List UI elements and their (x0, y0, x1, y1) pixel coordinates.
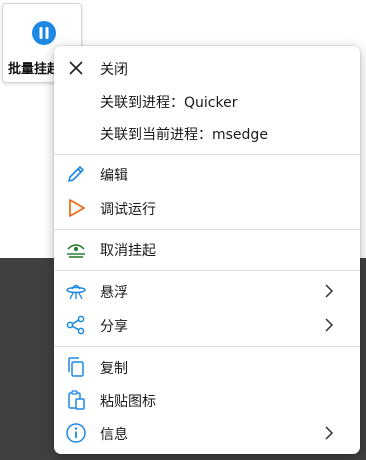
menu-item-label: 粘贴图标 (100, 394, 156, 410)
menu-separator (54, 229, 360, 230)
menu-item-associate-current-process[interactable]: 关联到当前进程：msedge (54, 118, 360, 148)
menu-item-info[interactable]: 信息 (54, 418, 360, 448)
menu-item-label: 悬浮 (100, 285, 128, 301)
copy-icon (64, 355, 88, 379)
menu-item-label: 编辑 (100, 168, 128, 184)
info-icon (64, 421, 88, 445)
menu-item-cancel-suspend[interactable]: 取消挂起 (54, 234, 360, 264)
chevron-right-icon (325, 318, 334, 332)
pause-circle-icon (32, 21, 56, 45)
menu-separator (54, 270, 360, 271)
ufo-icon (64, 279, 88, 303)
menu-item-float[interactable]: 悬浮 (54, 276, 360, 306)
paste-icon (64, 388, 88, 412)
menu-item-close[interactable]: 关闭 (54, 53, 360, 83)
close-icon (64, 56, 88, 80)
menu-item-share[interactable]: 分享 (54, 310, 360, 340)
menu-item-edit[interactable]: 编辑 (54, 159, 360, 189)
menu-item-debug-run[interactable]: 调试运行 (54, 193, 360, 223)
menu-item-paste-icon[interactable]: 粘贴图标 (54, 385, 360, 415)
context-menu: 关闭 关联到进程：Quicker 关联到当前进程：msedge 编辑 调试运行 (54, 46, 360, 454)
menu-item-label: 信息 (100, 427, 128, 443)
menu-item-label: 分享 (100, 319, 128, 335)
menu-item-copy[interactable]: 复制 (54, 352, 360, 382)
share-icon (64, 313, 88, 337)
chevron-right-icon (325, 426, 334, 440)
menu-separator (54, 346, 360, 347)
unhide-icon (64, 237, 88, 261)
menu-item-label: 关联到进程：Quicker (100, 95, 238, 111)
menu-item-associate-process-quicker[interactable]: 关联到进程：Quicker (54, 86, 360, 116)
menu-item-label: 关闭 (100, 62, 128, 78)
menu-item-label: 复制 (100, 361, 128, 377)
pencil-icon (64, 162, 88, 186)
menu-separator (54, 154, 360, 155)
menu-item-label: 关联到当前进程：msedge (100, 127, 268, 143)
menu-item-label: 取消挂起 (100, 243, 156, 259)
play-icon (64, 196, 88, 220)
chevron-right-icon (325, 284, 334, 298)
menu-item-label: 调试运行 (100, 202, 156, 218)
